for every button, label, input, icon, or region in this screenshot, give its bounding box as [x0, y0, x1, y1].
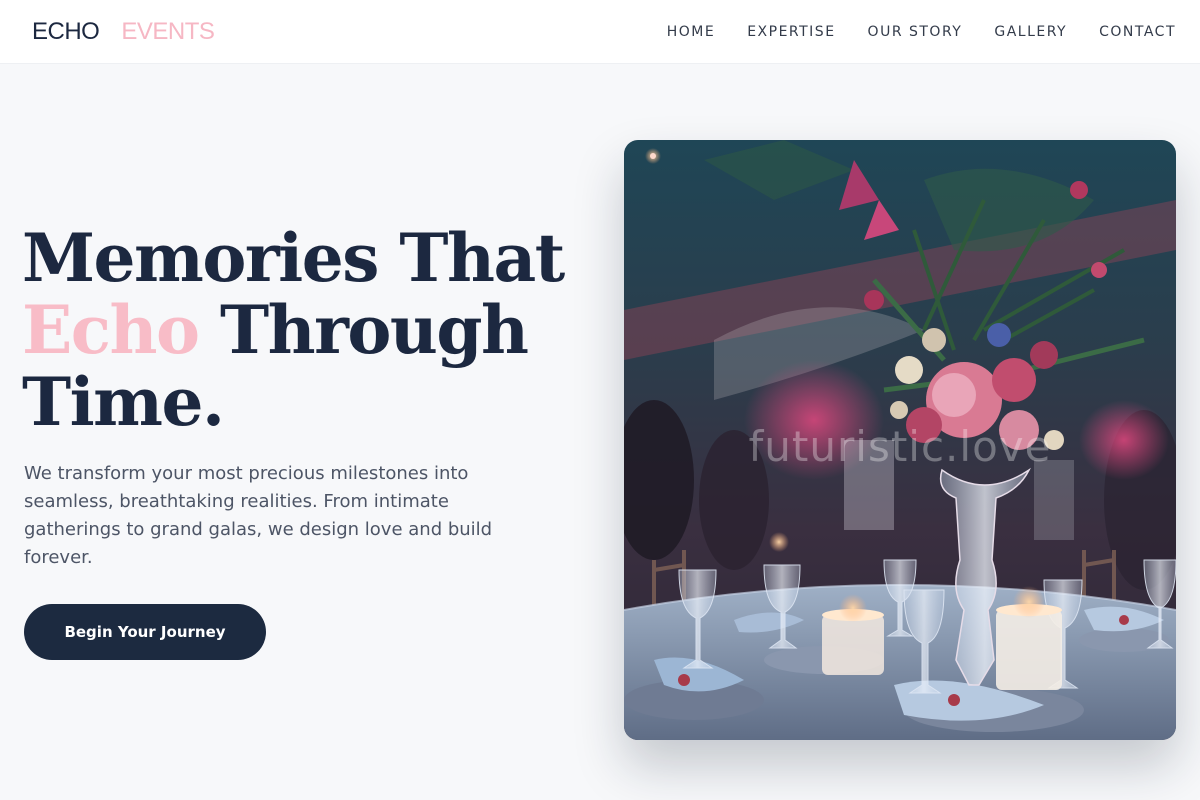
hero-subtitle: We transform your most precious mileston…: [24, 463, 493, 568]
top-navbar: ECHO EVENTS HOME EXPERTISE OUR STORY GAL…: [0, 0, 1200, 64]
nav-link-gallery[interactable]: GALLERY: [994, 22, 1067, 42]
headline-line-3: Time.: [22, 363, 225, 441]
headline-line-1: Memories That: [22, 219, 565, 297]
nav-link-home[interactable]: HOME: [667, 22, 715, 42]
brand-name-primary: ECHO: [32, 18, 100, 45]
nav-link-expertise[interactable]: EXPERTISE: [747, 22, 835, 42]
brand-logo[interactable]: ECHO EVENTS: [32, 17, 215, 47]
image-watermark: futuristic.love: [748, 422, 1052, 471]
hero-headline: Memories That Echo Through Time.: [22, 222, 582, 438]
nav-link-our-story[interactable]: OUR STORY: [868, 22, 963, 42]
headline-line-2: Through: [198, 291, 529, 369]
headline-accent-word: Echo: [22, 291, 200, 369]
nav-menu: HOME EXPERTISE OUR STORY GALLERY CONTACT: [667, 22, 1176, 42]
begin-journey-button[interactable]: Begin Your Journey: [24, 604, 266, 660]
hero-event-photo: futuristic.love: [624, 140, 1176, 740]
nav-link-contact[interactable]: CONTACT: [1099, 22, 1176, 42]
brand-name-secondary: EVENTS: [121, 18, 215, 45]
